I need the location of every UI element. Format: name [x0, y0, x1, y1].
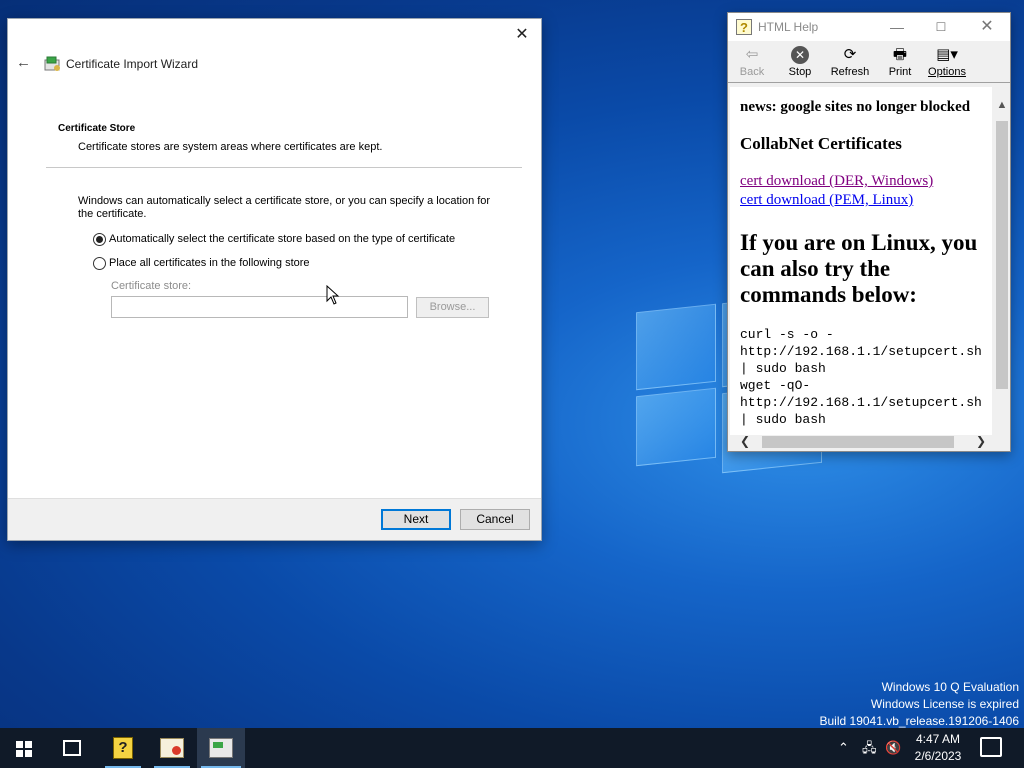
cert-download-der-link[interactable]: cert download (DER, Windows): [740, 172, 992, 191]
news-line: news: google sites no longer blocked: [740, 99, 971, 115]
task-view-icon: [63, 740, 81, 756]
horizontal-scrollbar[interactable]: ❮ ❯: [738, 434, 988, 449]
help-question-icon: ?: [736, 19, 752, 35]
option-place-in-store-label: Place all certificates in the following …: [109, 257, 310, 269]
wizard-footer: Next Cancel: [8, 498, 541, 540]
show-hidden-icons-chevron-icon[interactable]: ⌃: [838, 728, 849, 768]
certificate-store-field: [111, 296, 408, 318]
scroll-up-icon[interactable]: ▲: [994, 97, 1010, 113]
minimize-icon[interactable]: —: [882, 17, 912, 37]
start-button[interactable]: [0, 728, 48, 768]
wizard-icon: [209, 738, 233, 758]
taskbar-html-help[interactable]: ?: [99, 728, 147, 768]
cert-download-pem-link[interactable]: cert download (PEM, Linux): [740, 191, 992, 210]
section-description: Certificate stores are system areas wher…: [78, 141, 383, 153]
radio-place-in-store[interactable]: [93, 256, 106, 270]
print-label: Print: [888, 66, 912, 78]
help-window-title: HTML Help: [758, 20, 819, 34]
network-icon[interactable]: 🖧: [862, 728, 877, 768]
certificate-wizard-icon: [44, 55, 62, 73]
back-arrow-icon[interactable]: ←: [16, 55, 32, 71]
options-label: Options: [928, 66, 966, 78]
collabnet-heading: CollabNet Certificates: [740, 134, 902, 153]
scroll-right-icon[interactable]: ❯: [974, 434, 988, 448]
taskbar-certificate[interactable]: [148, 728, 196, 768]
options-button[interactable]: ▤▾ Options: [924, 44, 970, 82]
section-title: Certificate Store: [58, 123, 136, 134]
certificate-icon: [160, 738, 184, 758]
radio-auto-select[interactable]: [93, 232, 106, 246]
help-question-icon: ?: [113, 737, 133, 759]
next-button[interactable]: Next: [381, 509, 451, 530]
refresh-button[interactable]: ⟳ Refresh: [828, 44, 872, 82]
action-center-icon[interactable]: [980, 737, 1002, 757]
volume-muted-icon[interactable]: 🔇: [885, 728, 901, 768]
scroll-left-icon[interactable]: ❮: [738, 434, 752, 448]
help-toolbar: ⇦ Back ✕ Stop ⟳ Refresh 🖶 Print ▤▾ Optio…: [728, 41, 1010, 83]
close-icon[interactable]: ✕: [511, 25, 533, 45]
taskbar: ? ⌃ 🖧 🔇 4:47 AM 2/6/2023: [0, 728, 1024, 768]
clock-time: 4:47 AM: [915, 732, 961, 746]
windows-logo-icon: [16, 741, 32, 757]
cancel-button[interactable]: Cancel: [460, 509, 530, 530]
html-help-window: ? HTML Help — ☐ ✕ ⇦ Back ✕ Stop ⟳ Refres…: [727, 12, 1011, 452]
maximize-icon[interactable]: ☐: [926, 17, 956, 37]
back-button: ⇦ Back: [730, 44, 774, 82]
back-label: Back: [739, 66, 765, 78]
window-title: Certificate Import Wizard: [66, 57, 199, 71]
watermark-license: Windows License is expired: [870, 697, 1019, 711]
refresh-icon: ⟳: [843, 46, 857, 63]
vertical-scrollbar[interactable]: ▲: [994, 97, 1010, 435]
clock-date: 2/6/2023: [914, 749, 962, 763]
watermark-edition: Windows 10 Q Evaluation: [881, 680, 1019, 694]
mouse-cursor-icon: [326, 284, 340, 305]
printer-icon: 🖶: [892, 46, 908, 63]
vertical-scroll-thumb[interactable]: [996, 121, 1008, 389]
help-content-pane[interactable]: news: google sites no longer blocked Col…: [730, 87, 992, 435]
browse-button: Browse...: [416, 297, 489, 318]
option-place-in-store[interactable]: Place all certificates in the following …: [93, 255, 310, 271]
options-icon: ▤▾: [936, 46, 958, 63]
horizontal-scroll-thumb[interactable]: [762, 436, 954, 448]
divider: [46, 167, 522, 168]
certificate-import-wizard-window: ✕ ← Certificate Import Wizard Certificat…: [7, 18, 542, 541]
print-button[interactable]: 🖶 Print: [878, 44, 922, 82]
help-titlebar: ? HTML Help — ☐ ✕: [728, 13, 1010, 41]
option-auto-select[interactable]: Automatically select the certificate sto…: [93, 231, 455, 247]
back-arrow-icon: ⇦: [745, 46, 759, 63]
clock[interactable]: 4:47 AM 2/6/2023: [900, 731, 976, 765]
intro-text: Windows can automatically select a certi…: [78, 195, 491, 220]
task-view-button[interactable]: [48, 728, 96, 768]
stop-label: Stop: [788, 66, 812, 78]
refresh-label: Refresh: [830, 66, 870, 78]
certificate-store-label: Certificate store:: [111, 280, 192, 292]
linux-commands: curl -s -o - http://192.168.1.1/setupcer…: [740, 327, 982, 427]
evaluation-watermark: Windows 10 Q Evaluation Windows License …: [820, 679, 1020, 730]
stop-button[interactable]: ✕ Stop: [778, 44, 822, 82]
taskbar-import-wizard[interactable]: [197, 728, 245, 768]
stop-icon: ✕: [791, 46, 809, 64]
close-icon[interactable]: ✕: [972, 17, 1002, 37]
linux-heading: If you are on Linux, you can also try th…: [740, 230, 978, 307]
option-auto-select-label: Automatically select the certificate sto…: [109, 233, 456, 245]
